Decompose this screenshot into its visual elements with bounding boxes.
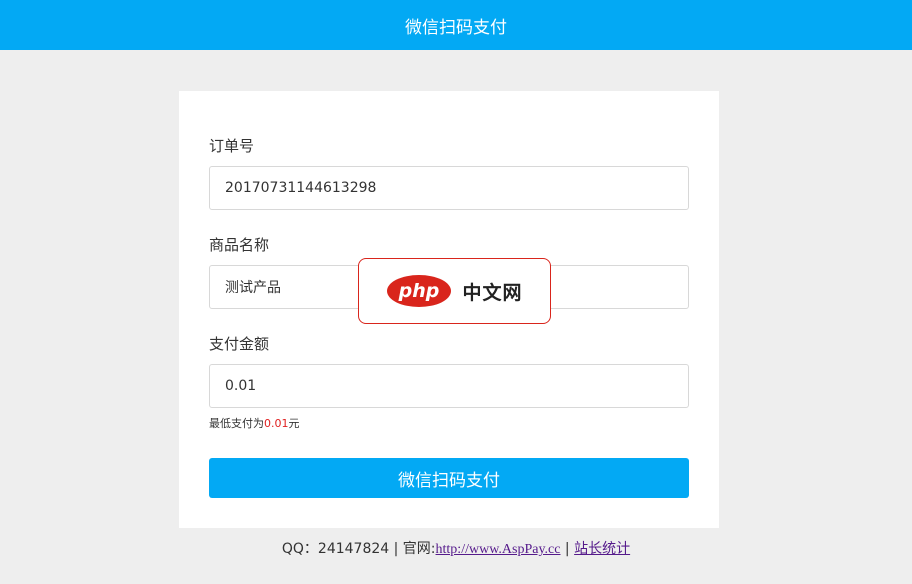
site-stats-link[interactable]: 站长统计 [574, 541, 630, 557]
amount-label: 支付金额 [209, 335, 270, 353]
hint-amount: 0.01 [264, 417, 289, 430]
product-name-label: 商品名称 [209, 236, 270, 254]
header-bar: 微信扫码支付 [0, 0, 912, 50]
official-site-link[interactable]: http://www.AspPay.cc [436, 542, 561, 557]
php-logo-text: php [398, 280, 440, 302]
hint-prefix: 最低支付为 [209, 417, 264, 430]
wechat-pay-button[interactable]: 微信扫码支付 [209, 458, 689, 498]
order-number-field[interactable] [209, 166, 689, 210]
footer: QQ：24147824 | 官网:http://www.AspPay.cc | … [0, 538, 912, 558]
page-title: 微信扫码支付 [405, 17, 507, 38]
hint-suffix: 元 [288, 417, 300, 430]
footer-separator: | [560, 541, 575, 557]
php-logo-icon: php [387, 275, 452, 307]
php-cn-watermark: php 中文网 [358, 258, 551, 324]
order-number-label: 订单号 [209, 137, 255, 155]
minimum-amount-hint: 最低支付为0.01元 [209, 415, 300, 431]
watermark-text: 中文网 [462, 281, 523, 304]
qq-contact-text: QQ：24147824 | 官网: [281, 541, 436, 557]
amount-field[interactable] [209, 364, 689, 408]
